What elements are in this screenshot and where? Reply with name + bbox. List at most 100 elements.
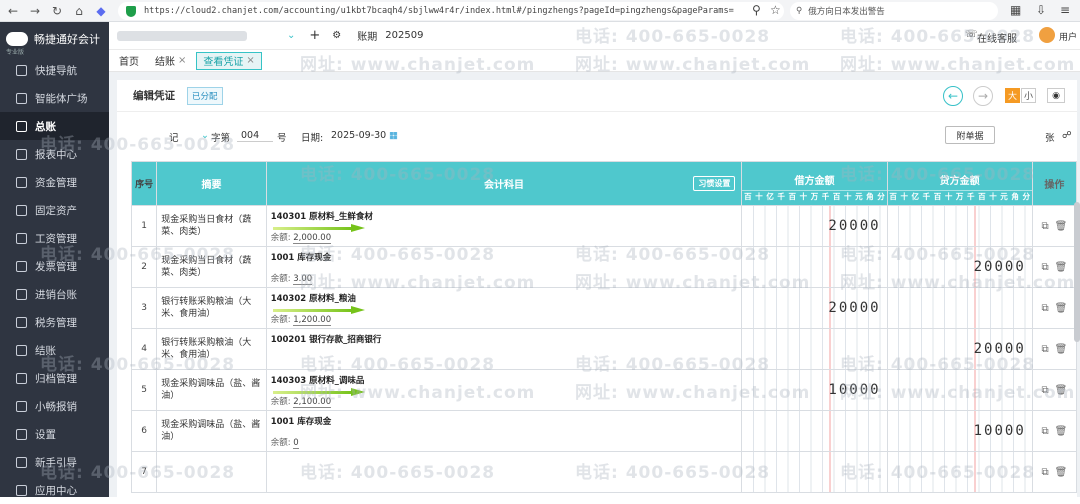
trash-icon[interactable]: 🗑 — [1055, 344, 1068, 355]
voucher-number-input[interactable]: 004 — [237, 130, 273, 142]
sidebar-item[interactable]: 智能体广场 — [0, 84, 109, 112]
copy-icon[interactable]: ⧉ — [1041, 344, 1048, 355]
ai-icon[interactable]: ◆ — [92, 2, 110, 20]
scrollbar[interactable] — [1074, 202, 1080, 342]
settings-icon[interactable]: ⚙ — [332, 30, 341, 41]
summary-cell[interactable] — [156, 451, 267, 493]
copy-icon[interactable]: ⧉ — [1041, 467, 1048, 478]
grid-icon[interactable]: ▦ — [1010, 3, 1021, 17]
trash-icon[interactable]: 🗑 — [1055, 385, 1068, 396]
debit-cell[interactable]: 20000 — [741, 287, 888, 329]
prev-voucher-icon[interactable]: ← — [943, 86, 963, 106]
home-icon[interactable]: ⌂ — [70, 2, 88, 20]
digit-unit: 百 — [788, 191, 797, 201]
size-small-button[interactable]: 小 — [1021, 88, 1036, 103]
credit-cell[interactable] — [886, 369, 1033, 411]
copy-icon[interactable]: ⧉ — [1041, 221, 1048, 232]
browser-search[interactable]: ⚲ 俄方向日本发出警告 — [790, 2, 998, 20]
company-dropdown-icon[interactable]: ⌄ — [287, 30, 295, 41]
user-name[interactable]: 用户 — [1059, 30, 1077, 43]
next-voucher-icon[interactable]: → — [973, 86, 993, 106]
habit-settings-button[interactable]: 习惯设置 — [693, 176, 736, 191]
headset-icon[interactable]: ☏ — [965, 29, 978, 40]
period-value[interactable]: 202509 — [385, 30, 423, 41]
summary-cell[interactable]: 银行转账采购粮油（大米、食用油） — [156, 328, 267, 370]
reload-icon[interactable]: ↻ — [48, 2, 66, 20]
credit-cell[interactable]: 20000 — [886, 328, 1033, 370]
credit-cell[interactable]: 20000 — [886, 246, 1033, 288]
trash-icon[interactable]: 🗑 — [1055, 303, 1068, 314]
tab-home[interactable]: 首页 — [113, 52, 145, 70]
sidebar-item[interactable]: 新手引导 — [0, 448, 109, 476]
credit-cell[interactable]: 10000 — [886, 410, 1033, 452]
star-icon[interactable]: ☆ — [770, 3, 781, 17]
credit-cell[interactable] — [886, 287, 1033, 329]
trash-icon[interactable]: 🗑 — [1055, 221, 1068, 232]
summary-cell[interactable]: 现金采购调味品（盐、酱油） — [156, 410, 267, 452]
trash-icon[interactable]: 🗑 — [1055, 467, 1068, 478]
sidebar-item[interactable]: 归档管理 — [0, 364, 109, 392]
sidebar-item[interactable]: 小畅报销 — [0, 392, 109, 420]
credit-cell[interactable] — [886, 451, 1033, 493]
summary-cell[interactable]: 银行转账采购粮油（大米、食用油） — [156, 287, 267, 329]
address-bar[interactable]: https://cloud2.chanjet.com/accounting/u1… — [118, 2, 784, 20]
close-icon[interactable]: × — [246, 55, 254, 66]
date-input[interactable]: 2025-09-30 — [331, 130, 386, 141]
sidebar-item[interactable]: 报表中心 — [0, 140, 109, 168]
back-icon[interactable]: ← — [4, 2, 22, 20]
debit-cell[interactable] — [741, 410, 888, 452]
sidebar-item[interactable]: 应用中心 — [0, 476, 109, 504]
sidebar-item[interactable]: 发票管理 — [0, 252, 109, 280]
sidebar-item[interactable]: 固定资产 — [0, 196, 109, 224]
account-cell[interactable]: 1001 库存现金 余额: 0 — [265, 410, 743, 452]
link-icon[interactable]: ☍ — [1062, 130, 1072, 141]
credit-cell[interactable] — [886, 205, 1033, 247]
copy-icon[interactable]: ⧉ — [1041, 262, 1048, 273]
trash-icon[interactable]: 🗑 — [1055, 262, 1068, 273]
add-icon[interactable]: + — [309, 28, 320, 43]
online-service[interactable]: 在线客服 — [977, 30, 1017, 45]
sidebar-item[interactable]: 总账 — [0, 112, 109, 140]
copy-icon[interactable]: ⧉ — [1041, 426, 1048, 437]
magnifier-icon[interactable]: ⚲ — [752, 3, 761, 17]
avatar[interactable] — [1039, 27, 1055, 43]
account-cell[interactable] — [265, 451, 743, 493]
debit-cell[interactable]: 10000 — [741, 369, 888, 411]
company-name-blurred[interactable] — [117, 30, 247, 41]
attach-button[interactable]: 附单据 — [945, 126, 995, 144]
menu-icon[interactable]: ≡ — [1060, 3, 1070, 17]
sidebar-item[interactable]: 税务管理 — [0, 308, 109, 336]
sidebar-item[interactable]: 快捷导航 — [0, 56, 109, 84]
tab-view-voucher[interactable]: 查看凭证 × — [196, 51, 262, 70]
summary-cell[interactable]: 现金采购当日食材（蔬菜、肉类） — [156, 205, 267, 247]
summary-cell[interactable]: 现金采购当日食材（蔬菜、肉类） — [156, 246, 267, 288]
copy-icon[interactable]: ⧉ — [1041, 385, 1048, 396]
sidebar-item[interactable]: 资金管理 — [0, 168, 109, 196]
debit-cell[interactable] — [741, 328, 888, 370]
sidebar-item[interactable]: 工资管理 — [0, 224, 109, 252]
summary-cell[interactable]: 现金采购调味品（盐、酱油） — [156, 369, 267, 411]
download-icon[interactable]: ⇩ — [1036, 3, 1046, 17]
forward-icon[interactable]: → — [26, 2, 44, 20]
account-cell[interactable]: 100201 银行存款_招商银行 — [265, 328, 743, 370]
chevron-down-icon[interactable]: ⌄ — [201, 130, 209, 141]
close-icon[interactable]: × — [178, 55, 186, 66]
account-cell[interactable]: 140301 原材料_生鲜食材 余额: 2,000.00 — [265, 205, 743, 247]
logo[interactable]: 畅捷通好会计 专业版 — [0, 22, 109, 56]
trash-icon[interactable]: 🗑 — [1055, 426, 1068, 437]
debit-cell[interactable] — [741, 451, 888, 493]
table-row: 7 ⧉ 🗑 — [130, 451, 1078, 493]
sidebar-item[interactable]: 进销台账 — [0, 280, 109, 308]
account-cell[interactable]: 140302 原材料_粮油 余额: 1,200.00 — [265, 287, 743, 329]
sidebar-item[interactable]: 设置 — [0, 420, 109, 448]
eye-icon[interactable]: ◉ — [1047, 88, 1065, 103]
size-big-button[interactable]: 大 — [1005, 88, 1020, 103]
account-cell[interactable]: 1001 库存现金 余额: 3.00 — [265, 246, 743, 288]
copy-icon[interactable]: ⧉ — [1041, 303, 1048, 314]
debit-cell[interactable] — [741, 246, 888, 288]
account-cell[interactable]: 140303 原材料_调味品 余额: 2,100.00 — [265, 369, 743, 411]
debit-cell[interactable]: 20000 — [741, 205, 888, 247]
tab-close-book[interactable]: 结账 × — [149, 52, 192, 70]
calendar-icon[interactable]: ▦ — [389, 130, 398, 141]
sidebar-item[interactable]: 结账 — [0, 336, 109, 364]
